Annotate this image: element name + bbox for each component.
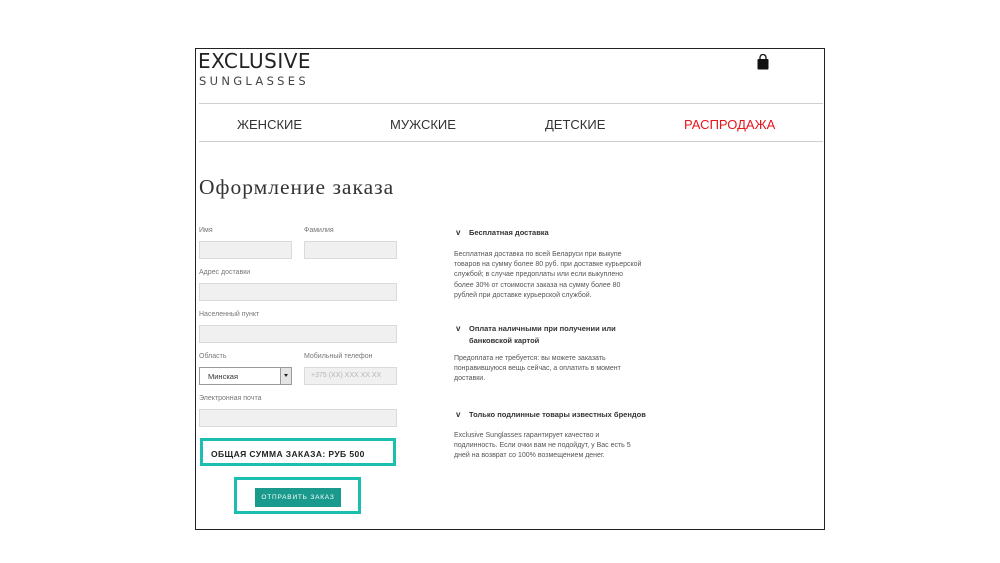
- info-delivery-heading[interactable]: v Бесплатная доставка: [456, 227, 649, 239]
- info-delivery-title: Бесплатная доставка: [469, 228, 549, 237]
- address-input[interactable]: [199, 283, 397, 301]
- email-label: Электронная почта: [199, 395, 262, 402]
- info-authentic-text: Exclusive Sunglasses гарантирует качеств…: [454, 432, 631, 460]
- chevron-down-icon[interactable]: v: [456, 323, 460, 335]
- page-title: Оформление заказа: [199, 175, 395, 199]
- address-label: Адрес доставки: [199, 269, 251, 276]
- nav-men[interactable]: МУЖСКИЕ: [390, 117, 456, 132]
- submit-highlight: ОТПРАВИТЬ ЗАКАЗ: [234, 477, 361, 514]
- info-payment-heading[interactable]: v Оплата наличными при получении или бан…: [456, 323, 649, 347]
- last-name-label: Фамилия: [304, 227, 334, 234]
- info-authentic-title: Только подлинные товары известных брендо…: [469, 410, 646, 419]
- email-input[interactable]: [199, 409, 397, 427]
- last-name-input[interactable]: [304, 241, 397, 259]
- region-select-value: Минская: [208, 372, 239, 381]
- nav-kids[interactable]: ДЕТСКИЕ: [545, 117, 605, 132]
- shopping-bag-icon[interactable]: [756, 54, 770, 70]
- submit-order-button[interactable]: ОТПРАВИТЬ ЗАКАЗ: [255, 488, 341, 507]
- logo-tagline[interactable]: SUNGLASSES: [199, 74, 309, 88]
- region-select[interactable]: Минская: [199, 367, 292, 385]
- order-total-box: ОБЩАЯ СУММА ЗАКАЗА: РУБ 500: [200, 438, 396, 466]
- phone-label: Мобильный телефон: [304, 353, 373, 360]
- chevron-down-icon[interactable]: v: [456, 227, 460, 239]
- first-name-label: Имя: [199, 227, 213, 234]
- logo-title[interactable]: EXCLUSIVE: [198, 49, 311, 73]
- info-authentic-heading[interactable]: v Только подлинные товары известных брен…: [456, 409, 649, 421]
- region-label: Область: [199, 353, 227, 360]
- chevron-down-icon[interactable]: [280, 368, 291, 384]
- phone-placeholder: +375 (XX) XXX XX XX: [311, 372, 382, 379]
- nav-women[interactable]: ЖЕНСКИЕ: [237, 117, 302, 132]
- chevron-down-icon[interactable]: v: [456, 409, 460, 421]
- nav-sale[interactable]: РАСПРОДАЖА: [684, 117, 775, 132]
- info-delivery-text: Бесплатная доставка по всей Беларуси при…: [454, 251, 642, 299]
- header-divider: [199, 103, 823, 104]
- phone-input[interactable]: +375 (XX) XXX XX XX: [304, 367, 397, 385]
- city-label: Населенный пункт: [199, 311, 260, 318]
- nav-divider: [199, 141, 823, 142]
- info-payment-title: Оплата наличными при получении или банко…: [469, 324, 616, 345]
- first-name-input[interactable]: [199, 241, 292, 259]
- order-total: ОБЩАЯ СУММА ЗАКАЗА: РУБ 500: [211, 449, 365, 459]
- city-input[interactable]: [199, 325, 397, 343]
- info-payment-text: Предоплата не требуется: вы можете заказ…: [454, 355, 621, 383]
